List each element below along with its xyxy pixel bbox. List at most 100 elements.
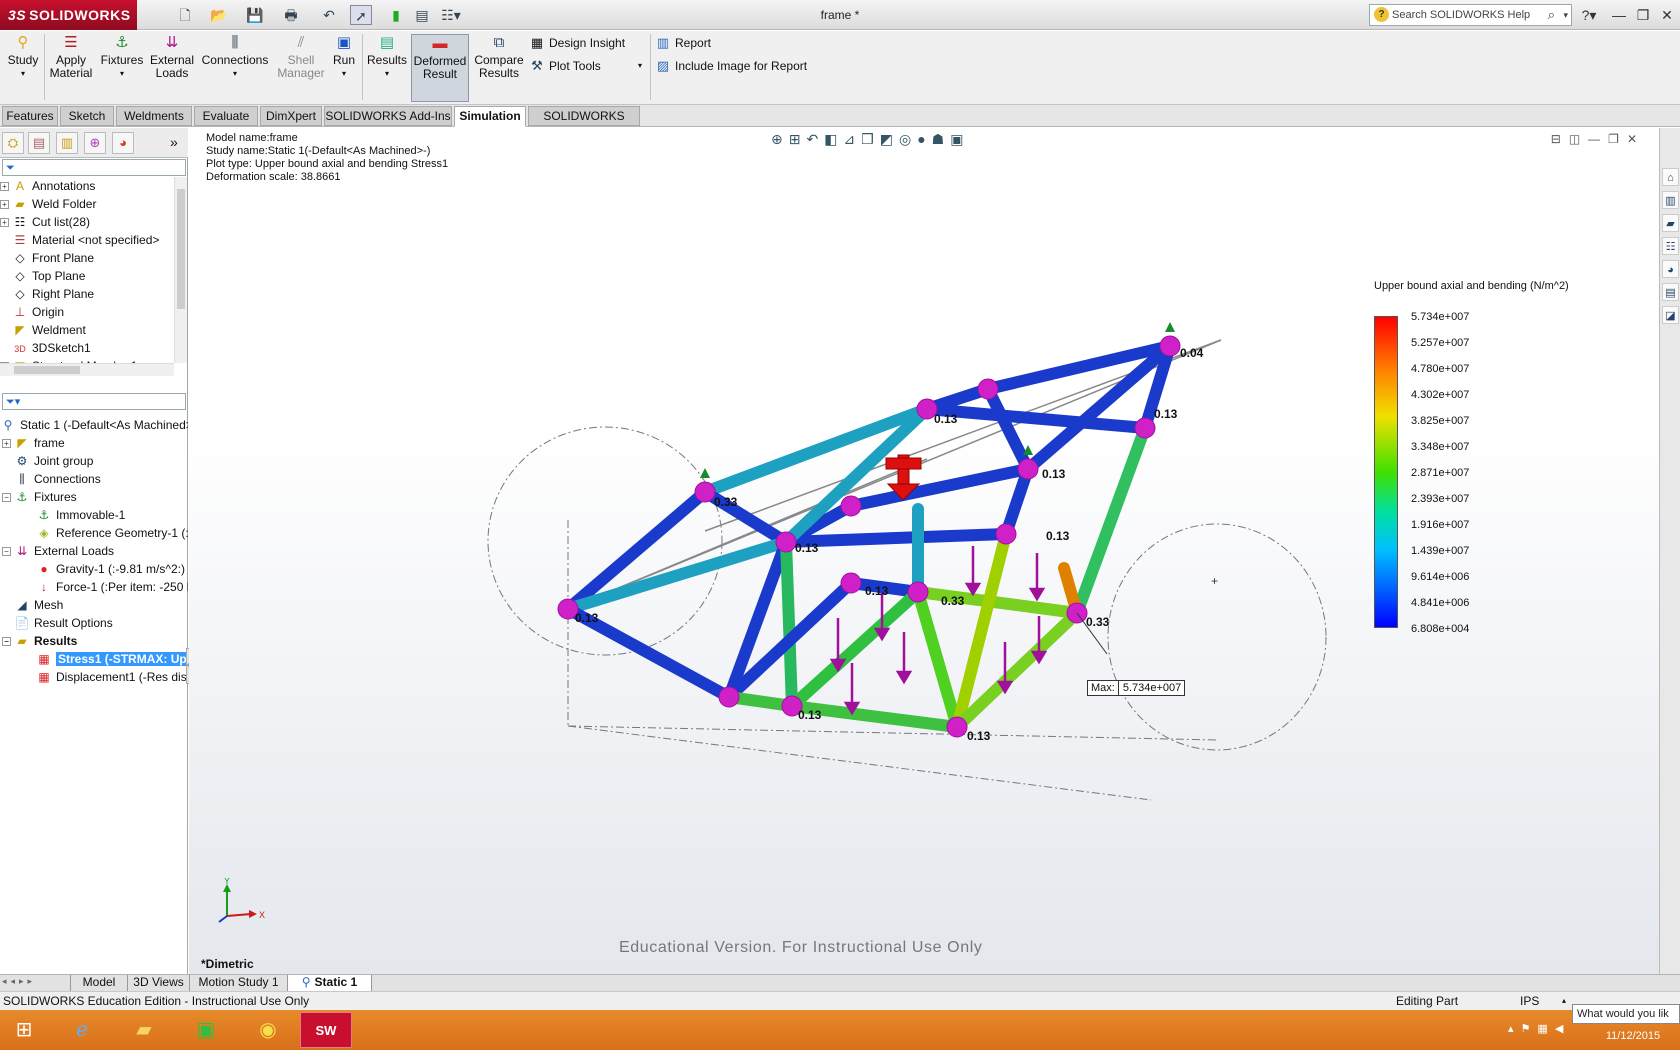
plot-tools-dropdown-icon[interactable]: ▾ — [638, 58, 642, 74]
tree-item-force[interactable]: ↓ Force-1 (:Per item: -250 l — [0, 578, 188, 596]
tab-model[interactable]: Model — [70, 975, 128, 991]
tab-3d-views[interactable]: 3D Views — [128, 975, 190, 991]
external-loads-button[interactable]: ⇊ External Loads — [148, 34, 196, 80]
expand-icon[interactable]: + — [0, 182, 9, 192]
select-pointer-icon[interactable]: ➚ — [350, 5, 372, 25]
file-explorer-icon[interactable]: ▰ — [1662, 214, 1679, 232]
tree-item-cut-list[interactable]: + ☷ Cut list(28) — [0, 213, 174, 231]
close-icon[interactable]: ✕ — [1656, 5, 1678, 25]
tree-item-material[interactable]: ☰ Material <not specified> — [0, 231, 174, 249]
tab-sketch[interactable]: Sketch — [60, 106, 114, 126]
file-properties-icon[interactable]: ▤ — [410, 5, 434, 25]
collapse-icon[interactable]: − — [2, 547, 11, 557]
tree-item-gravity[interactable]: ● Gravity-1 (:-9.81 m/s^2:) — [0, 560, 188, 578]
compare-results-button[interactable]: ⧉ Compare Results — [472, 34, 526, 80]
legend-color-bar[interactable] — [1374, 316, 1398, 628]
tree-item-external-loads[interactable]: − ⇊ External Loads — [0, 542, 188, 560]
internet-explorer-icon[interactable]: ℯ — [56, 1012, 108, 1048]
tab-solidworks-add-ins[interactable]: SOLIDWORKS Add-Ins — [324, 106, 452, 126]
tree-item-weldment[interactable]: ◤ Weldment — [0, 321, 174, 339]
run-button[interactable]: ▣ Run ▾ — [330, 34, 358, 80]
results-button[interactable]: ▤ Results ▾ — [366, 34, 408, 80]
tree-item-3dsketch1[interactable]: 3D 3DSketch1 — [0, 339, 174, 357]
solidworks-taskbar-icon[interactable]: SW — [300, 1012, 352, 1048]
tab-simulation[interactable]: Simulation — [454, 106, 526, 127]
dimxpert-manager-tab-icon[interactable]: ⊕ — [84, 132, 106, 154]
deformed-result-button[interactable]: ▬ Deformed Result — [411, 34, 469, 102]
solidworks-resources-icon[interactable]: ⌂ — [1662, 168, 1679, 186]
feature-tree-horizontal-scrollbar[interactable] — [0, 363, 174, 376]
shell-manager-button[interactable]: ⫽ Shell Manager — [274, 34, 328, 80]
save-icon[interactable]: 💾 — [242, 5, 268, 25]
tab-evaluate[interactable]: Evaluate — [194, 106, 258, 126]
view-palette-icon[interactable]: ☷ — [1662, 237, 1679, 255]
rebuild-icon[interactable]: ▮ — [388, 5, 404, 25]
restore-icon[interactable]: ❐ — [1632, 5, 1654, 25]
solidworks-logo[interactable]: 3SSOLIDWORKS ▸ — [0, 0, 137, 53]
expand-icon[interactable]: + — [2, 439, 11, 449]
scrollbar-thumb[interactable] — [177, 189, 185, 309]
graphics-area[interactable]: ⊕⊞↶◧⊿❒◩◎●☗▣ ⊟◫—❐✕ Model name:frame Study… — [189, 128, 1659, 974]
tell-me-box[interactable]: What would you lik — [1572, 1004, 1680, 1024]
apply-material-button[interactable]: ☰ Apply Material — [48, 34, 94, 80]
expand-icon[interactable]: + — [0, 218, 9, 228]
volume-icon[interactable]: ◀ — [1555, 1023, 1570, 1035]
tree-item-connections[interactable]: ⫼ Connections — [0, 470, 188, 488]
open-document-icon[interactable]: 📂 — [206, 5, 232, 25]
tree-item-result-options[interactable]: 📄 Result Options — [0, 614, 188, 632]
tree-item-right-plane[interactable]: ◇ Right Plane — [0, 285, 174, 303]
tree-item-top-plane[interactable]: ◇ Top Plane — [0, 267, 174, 285]
study-button[interactable]: ⚲ Study ▾ — [4, 34, 42, 80]
feature-tree-vertical-scrollbar[interactable] — [174, 177, 187, 363]
help-search-input[interactable]: ? Search SOLIDWORKS Help ⌕ ▾ — [1369, 4, 1572, 26]
tree-item-fixtures[interactable]: − ⚓ Fixtures — [0, 488, 188, 506]
tree-item-front-plane[interactable]: ◇ Front Plane — [0, 249, 174, 267]
tree-item-displacement1[interactable]: ▦ Displacement1 (-Res disp — [0, 668, 188, 686]
tab-weldments[interactable]: Weldments — [116, 106, 192, 126]
print-icon[interactable]: 🖶 — [278, 5, 304, 25]
tree-item-mesh[interactable]: ◢ Mesh — [0, 596, 188, 614]
report-button[interactable]: ▥ Report — [654, 35, 711, 51]
include-image-button[interactable]: ▨ Include Image for Report — [654, 58, 807, 74]
custom-properties-icon[interactable]: ▤ — [1662, 283, 1679, 301]
file-explorer-icon[interactable]: ▰ — [118, 1012, 170, 1048]
property-manager-tab-icon[interactable]: ▤ — [28, 132, 50, 154]
tree-item-weld-folder[interactable]: + ▰ Weld Folder — [0, 195, 174, 213]
tree-item-origin[interactable]: ⊥ Origin — [0, 303, 174, 321]
tree-item-stress1[interactable]: ▦ Stress1 (-STRMAX: Upp — [0, 650, 188, 668]
configuration-manager-tab-icon[interactable]: ▥ — [56, 132, 78, 154]
options-icon[interactable]: ☷▾ — [436, 5, 466, 25]
tree-item-joint-group[interactable]: ⚙ Joint group — [0, 452, 188, 470]
tree-item-results[interactable]: − ▰ Results — [0, 632, 188, 650]
store-icon[interactable]: ▣ — [180, 1012, 232, 1048]
connections-button[interactable]: ⫼ Connections ▾ — [200, 34, 270, 80]
feature-manager-tab-icon[interactable]: ⛭ — [2, 132, 24, 154]
tree-item-static-study[interactable]: ⚲ Static 1 (-Default<As Machined>-) — [0, 416, 188, 434]
appearances-icon[interactable]: ◕ — [1662, 260, 1679, 278]
scrollbar-thumb[interactable] — [14, 366, 80, 374]
tab-scroll-arrows-icon[interactable]: ◂◂▸▸ — [2, 976, 36, 987]
tab-dimxpert[interactable]: DimXpert — [260, 106, 322, 126]
expand-icon[interactable]: + — [0, 200, 9, 210]
fixtures-button[interactable]: ⚓ Fixtures ▾ — [98, 34, 146, 80]
tree-item-immovable[interactable]: ⚓ Immovable-1 — [0, 506, 188, 524]
undo-icon[interactable]: ↶ — [316, 5, 342, 25]
design-insight-button[interactable]: ▦ Design Insight — [528, 35, 625, 51]
study-tree-filter-input[interactable]: ⏷▾ — [2, 393, 186, 410]
magnifier-icon[interactable]: ⌕ — [1548, 5, 1555, 25]
action-center-icon[interactable]: ⚑ — [1521, 1023, 1538, 1035]
tab-features[interactable]: Features — [2, 106, 58, 126]
units-dropdown-icon[interactable]: ▴ — [1562, 992, 1566, 1010]
chrome-icon[interactable]: ◉ — [242, 1012, 294, 1048]
tab-solidworks-mbd[interactable]: SOLIDWORKS MBD — [528, 106, 640, 142]
search-dropdown-icon[interactable]: ▾ — [1563, 5, 1568, 25]
tab-static-1[interactable]: ⚲ Static 1 — [288, 975, 372, 991]
minimize-icon[interactable]: — — [1608, 5, 1630, 25]
solidworks-forum-icon[interactable]: ◪ — [1662, 306, 1679, 324]
windows-start-icon[interactable]: ⊞ — [0, 1012, 48, 1048]
tab-motion-study-1[interactable]: Motion Study 1 — [190, 975, 288, 991]
network-icon[interactable]: ▦ — [1537, 1023, 1554, 1035]
tray-overflow-icon[interactable]: ▴ — [1508, 1023, 1521, 1035]
expand-panel-icon[interactable]: » — [170, 134, 178, 150]
collapse-icon[interactable]: − — [2, 637, 11, 647]
